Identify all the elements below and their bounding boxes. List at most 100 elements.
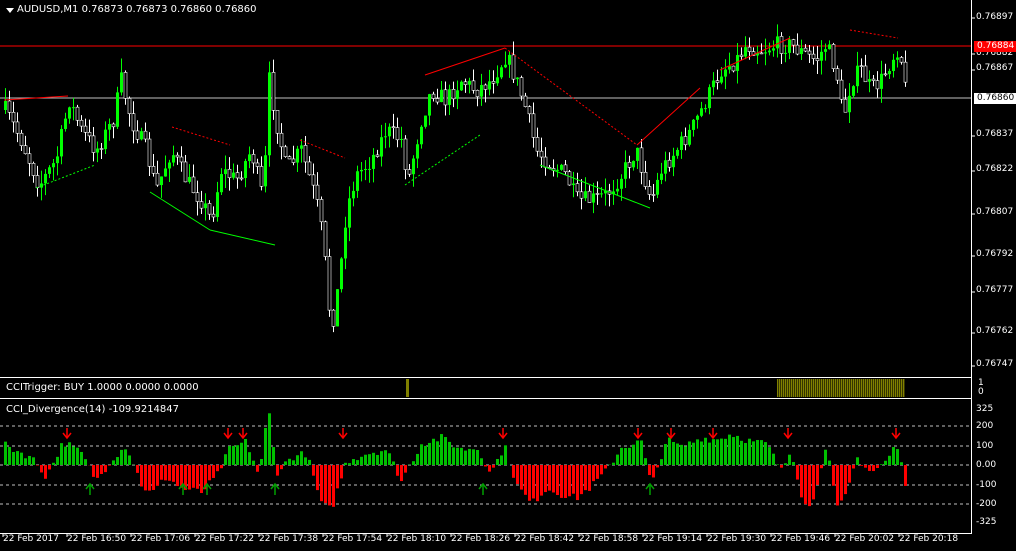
- candle-body: [700, 108, 703, 116]
- cci-bar: [516, 465, 519, 485]
- cci-divergence-pane[interactable]: CCI_Divergence(14) -109.9214847: [0, 399, 1016, 533]
- trigger-bar: [847, 379, 849, 397]
- candle-body: [407, 169, 412, 175]
- trigger-bar: [891, 379, 893, 397]
- cci-bar: [620, 447, 623, 465]
- cci-bar: [860, 465, 863, 466]
- candle-body: [543, 156, 548, 168]
- time-label: 22 Feb 19:46: [771, 534, 831, 544]
- cci-bar: [636, 440, 639, 465]
- candle-body: [651, 194, 656, 196]
- cci-bar: [548, 465, 551, 491]
- cci-bar: [776, 464, 779, 465]
- cci-bar: [320, 465, 323, 502]
- candle-body: [319, 199, 324, 223]
- cci-bar: [604, 465, 607, 469]
- candle-body: [375, 154, 380, 157]
- cci-bar: [476, 449, 479, 465]
- price-chart-pane[interactable]: AUDUSD,M1 0.76873 0.76873 0.76860 0.7686…: [0, 0, 1016, 377]
- cci-bar: [296, 455, 299, 465]
- cci-bar: [168, 465, 171, 481]
- cci-bar: [496, 458, 499, 465]
- cci-bar: [624, 448, 627, 465]
- candle-body: [656, 179, 659, 195]
- cci-bar: [44, 465, 47, 479]
- cci-bar: [388, 453, 391, 465]
- cci-trigger-pane[interactable]: CCITrigger: BUY 1.0000 0.0000 0.0000 1 0: [0, 378, 1016, 398]
- cci-bar: [164, 465, 167, 481]
- cci-bar: [76, 447, 79, 465]
- cci-bar: [752, 441, 755, 465]
- candle-body: [27, 153, 32, 164]
- candle-body: [831, 44, 836, 69]
- trigger-bar: [779, 379, 781, 397]
- cci-level-label: -100: [976, 480, 997, 490]
- cci-bar: [684, 446, 687, 465]
- cci-bar: [92, 465, 95, 477]
- candle-body: [183, 161, 188, 183]
- candle-body: [191, 176, 196, 194]
- cci-bar: [284, 461, 287, 465]
- cci-bar: [244, 438, 247, 465]
- candle-body: [448, 89, 451, 105]
- candle-body: [251, 154, 256, 164]
- trigger-bar: [793, 379, 795, 397]
- candle-body: [68, 107, 71, 119]
- cci-bar: [760, 440, 763, 465]
- candle-body: [848, 95, 851, 113]
- candle-body: [463, 81, 468, 86]
- candle-body: [204, 203, 207, 209]
- candle-body: [800, 48, 803, 55]
- candle-body: [388, 126, 391, 137]
- cci-bar: [52, 462, 55, 465]
- candle-body: [64, 118, 67, 129]
- candle-body: [896, 57, 899, 60]
- candle-body: [79, 119, 84, 127]
- candle-body: [52, 163, 55, 168]
- candle-body: [56, 156, 59, 164]
- candle-body: [211, 213, 216, 218]
- candle-body: [643, 171, 648, 187]
- cci-bar: [892, 447, 895, 465]
- candle-body: [87, 132, 92, 137]
- candle-body: [523, 95, 528, 107]
- candle-body: [579, 191, 584, 199]
- cci-bar: [116, 457, 119, 465]
- trigger-bar: [811, 379, 813, 397]
- price-label: 0.76762: [976, 326, 1014, 336]
- time-label: 22 Feb 17:06: [131, 534, 191, 544]
- divergence-trendline: [404, 134, 481, 186]
- candle-body: [600, 193, 603, 195]
- candle-body: [83, 125, 88, 133]
- candle-body: [779, 36, 784, 54]
- trigger-bar: [825, 379, 827, 397]
- divergence-trendline: [209, 229, 276, 246]
- candle-body: [647, 186, 652, 195]
- cci-bar: [872, 465, 875, 472]
- cci-bar: [432, 438, 435, 465]
- candle-body: [4, 101, 7, 110]
- cci-bar: [524, 465, 527, 495]
- candle-body: [768, 50, 771, 53]
- cci-bar: [148, 465, 151, 491]
- cci-level-label: 325: [976, 404, 994, 414]
- cci-bar: [100, 465, 103, 474]
- candle-body: [199, 201, 204, 209]
- candle-body: [91, 135, 96, 153]
- trigger-bar: [785, 379, 787, 397]
- candle-body: [172, 155, 175, 163]
- time-label: 22 Feb 19:14: [643, 534, 703, 544]
- time-label: 22 Feb 18:42: [515, 534, 575, 544]
- candle-body: [440, 89, 443, 103]
- cci-bar: [844, 465, 847, 495]
- cci-bar: [192, 465, 195, 488]
- cci-bar: [68, 442, 71, 465]
- trigger-bar: [903, 379, 905, 397]
- cci-bar: [612, 462, 615, 465]
- candle-body: [856, 65, 859, 87]
- cci-bar: [264, 427, 267, 465]
- cci-bar: [28, 455, 31, 465]
- cci-bar: [528, 465, 531, 501]
- time-label: 22 Feb 18:26: [451, 534, 511, 544]
- cci-bar: [660, 459, 663, 465]
